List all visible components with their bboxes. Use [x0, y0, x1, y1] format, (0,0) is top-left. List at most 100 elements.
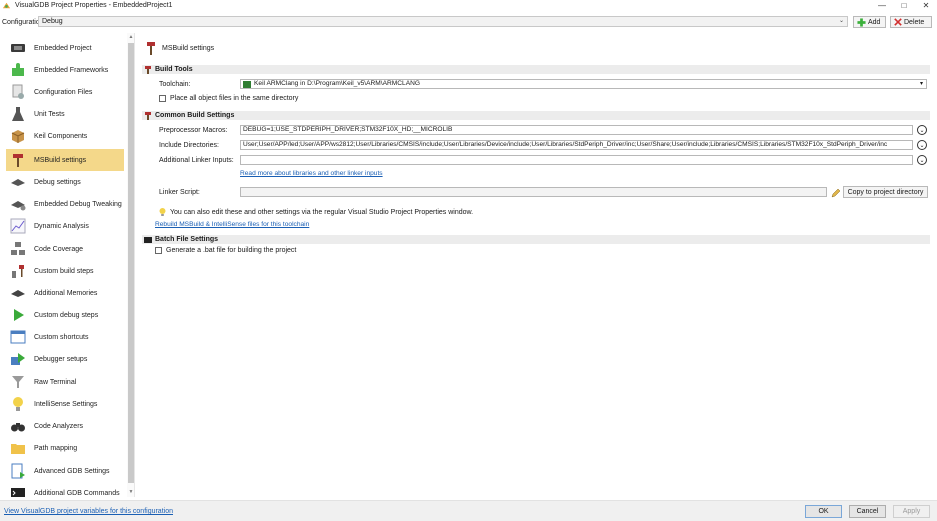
- sidebar-item-label: Additional Memories: [34, 289, 98, 297]
- generate-bat-checkbox[interactable]: [155, 247, 162, 254]
- expand-include-icon[interactable]: ⌄: [917, 140, 927, 150]
- sidebar-item-label: Embedded Project: [34, 44, 92, 52]
- minimize-button[interactable]: —: [871, 0, 893, 11]
- chevron-down-icon: ▾: [919, 81, 923, 87]
- sidebar-item-embedded-project[interactable]: Embedded Project: [6, 37, 124, 59]
- toolchain-label: Toolchain:: [159, 81, 191, 88]
- visualgdb-logo-icon: [2, 2, 11, 9]
- sidebar-item-keil-components[interactable]: Keil Components: [6, 125, 124, 147]
- window-controls: — □ ✕: [871, 0, 937, 11]
- hammer-icon: [145, 65, 151, 74]
- window-title: VisualGDB Project Properties - EmbeddedP…: [15, 2, 173, 9]
- linker-inputs-input[interactable]: [240, 155, 913, 165]
- expand-linker-inputs-icon[interactable]: ⌄: [917, 155, 927, 165]
- include-directories-input[interactable]: User;User/APP/led;User/APP/ws2812;User/L…: [240, 140, 913, 150]
- sidebar-item-embedded-debug-tweaking[interactable]: Embedded Debug Tweaking: [6, 193, 124, 215]
- sidebar-item-additional-memories[interactable]: Additional Memories: [6, 282, 124, 304]
- gdb-settings-icon: [11, 463, 25, 479]
- sidebar-item-path-mapping[interactable]: Path mapping: [6, 437, 124, 459]
- delete-label: Delete: [904, 18, 925, 26]
- copy-to-project-button[interactable]: Copy to project directory: [843, 186, 928, 198]
- sidebar-item-custom-build-steps[interactable]: Custom build steps: [6, 260, 124, 282]
- sidebar-scroll-thumb[interactable]: [128, 43, 134, 483]
- sidebar-item-custom-debug-steps[interactable]: Custom debug steps: [6, 304, 124, 326]
- generate-bat-label: Generate a .bat file for building the pr…: [166, 247, 297, 254]
- apply-button[interactable]: Apply: [893, 505, 930, 518]
- coverage-icon: [11, 242, 25, 255]
- maximize-button[interactable]: □: [893, 0, 915, 11]
- add-configuration-button[interactable]: Add: [853, 16, 886, 28]
- scroll-up-arrow-icon[interactable]: ▲: [128, 34, 134, 40]
- generate-bat-option[interactable]: Generate a .bat file for building the pr…: [155, 247, 296, 254]
- sidebar-item-debugger-setups[interactable]: Debugger setups: [6, 348, 124, 370]
- sidebar-item-dynamic-analysis[interactable]: Dynamic Analysis: [6, 215, 124, 237]
- section-common-build-settings: Common Build Settings: [142, 111, 930, 120]
- scroll-down-arrow-icon[interactable]: ▼: [128, 489, 134, 495]
- sidebar-item-code-analyzers[interactable]: Code Analyzers: [6, 415, 124, 437]
- configuration-value: Debug: [42, 18, 63, 25]
- same-directory-option[interactable]: Place all object files in the same direc…: [159, 95, 298, 102]
- sidebar-item-label: Configuration Files: [34, 88, 93, 96]
- sidebar-item-embedded-frameworks[interactable]: Embedded Frameworks: [6, 59, 124, 81]
- dialog-footer: View VisualGDB project variables for thi…: [0, 500, 937, 521]
- sidebar-item-msbuild-settings[interactable]: MSBuild settings: [6, 149, 124, 171]
- same-directory-label: Place all object files in the same direc…: [170, 95, 299, 102]
- edit-pencil-icon[interactable]: [831, 188, 841, 198]
- sidebar-item-label: Custom build steps: [34, 267, 94, 275]
- preprocessor-label: Preprocessor Macros:: [159, 127, 228, 134]
- hint-row: You can also edit these and other settin…: [159, 208, 473, 216]
- sidebar-item-custom-shortcuts[interactable]: Custom shortcuts: [6, 326, 124, 348]
- cancel-button[interactable]: Cancel: [849, 505, 886, 518]
- sidebar-item-advanced-gdb-settings[interactable]: Advanced GDB Settings: [6, 460, 124, 482]
- memory-icon: [11, 290, 25, 297]
- gdb-commands-icon: [11, 488, 25, 497]
- expand-preprocessor-icon[interactable]: ⌄: [917, 125, 927, 135]
- project-variables-link[interactable]: View VisualGDB project variables for thi…: [4, 508, 173, 515]
- same-directory-checkbox[interactable]: [159, 95, 166, 102]
- sidebar-item-additional-gdb-commands[interactable]: Additional GDB Commands: [6, 482, 124, 497]
- flask-icon: [12, 107, 24, 121]
- sidebar-item-label: Dynamic Analysis: [34, 222, 89, 230]
- section-batch-file-settings: Batch File Settings: [142, 235, 930, 244]
- sidebar-item-raw-terminal[interactable]: Raw Terminal: [6, 371, 124, 393]
- add-label: Add: [868, 18, 881, 26]
- delete-x-icon: [894, 18, 902, 26]
- sidebar-item-label: Code Analyzers: [34, 422, 84, 430]
- lightbulb-icon: [13, 397, 23, 411]
- config-files-icon: [12, 84, 24, 99]
- sidebar-item-label: MSBuild settings: [34, 156, 87, 164]
- delete-configuration-button[interactable]: Delete: [890, 16, 932, 28]
- sidebar-item-debug-settings[interactable]: Debug settings: [6, 171, 124, 193]
- section-heading: Common Build Settings: [155, 112, 235, 119]
- preprocessor-macros-input[interactable]: DEBUG=1;USE_STDPERIPH_DRIVER;STM32F10X_H…: [240, 125, 913, 135]
- close-button[interactable]: ✕: [915, 0, 937, 11]
- terminal-funnel-icon: [12, 376, 24, 388]
- sidebar-item-configuration-files[interactable]: Configuration Files: [6, 81, 124, 103]
- sidebar-item-label: Embedded Debug Tweaking: [34, 200, 122, 208]
- toolchain-select[interactable]: Keil ARMClang in D:\Program\Keil_v5\ARM\…: [240, 79, 927, 89]
- sidebar-item-label: Advanced GDB Settings: [34, 467, 110, 475]
- sidebar-item-intellisense-settings[interactable]: IntelliSense Settings: [6, 393, 124, 415]
- settings-panel: MSBuild settings Build Tools Toolchain: …: [142, 33, 932, 497]
- read-more-linker-link[interactable]: Read more about libraries and other link…: [240, 170, 383, 177]
- linker-script-input[interactable]: [240, 187, 827, 197]
- chip-board-icon: [11, 44, 25, 52]
- configuration-select[interactable]: Debug ⌄: [38, 16, 848, 27]
- page-header: MSBuild settings: [146, 42, 214, 55]
- keil-logo-icon: [243, 80, 251, 88]
- sidebar-item-label: Custom shortcuts: [34, 333, 89, 341]
- sidebar-item-code-coverage[interactable]: Code Coverage: [6, 238, 124, 260]
- hammer-icon: [147, 42, 155, 55]
- ok-button[interactable]: OK: [805, 505, 842, 518]
- debugger-icon: [11, 179, 25, 186]
- debugger-tweak-icon: [11, 201, 26, 211]
- toolchain-value: Keil ARMClang in D:\Program\Keil_v5\ARM\…: [254, 80, 420, 87]
- linker-inputs-label: Additional Linker Inputs:: [159, 157, 234, 164]
- add-icon: [857, 17, 866, 27]
- include-directories-label: Include Directories:: [159, 142, 219, 149]
- sidebar-item-label: Code Coverage: [34, 245, 84, 253]
- chevron-down-icon: ⌄: [838, 18, 844, 24]
- configuration-bar: Configuration: Debug ⌄ Add Delete: [0, 15, 937, 29]
- sidebar-item-unit-tests[interactable]: Unit Tests: [6, 103, 124, 125]
- rebuild-msbuild-link[interactable]: Rebuild MSBuild & IntelliSense files for…: [155, 221, 309, 228]
